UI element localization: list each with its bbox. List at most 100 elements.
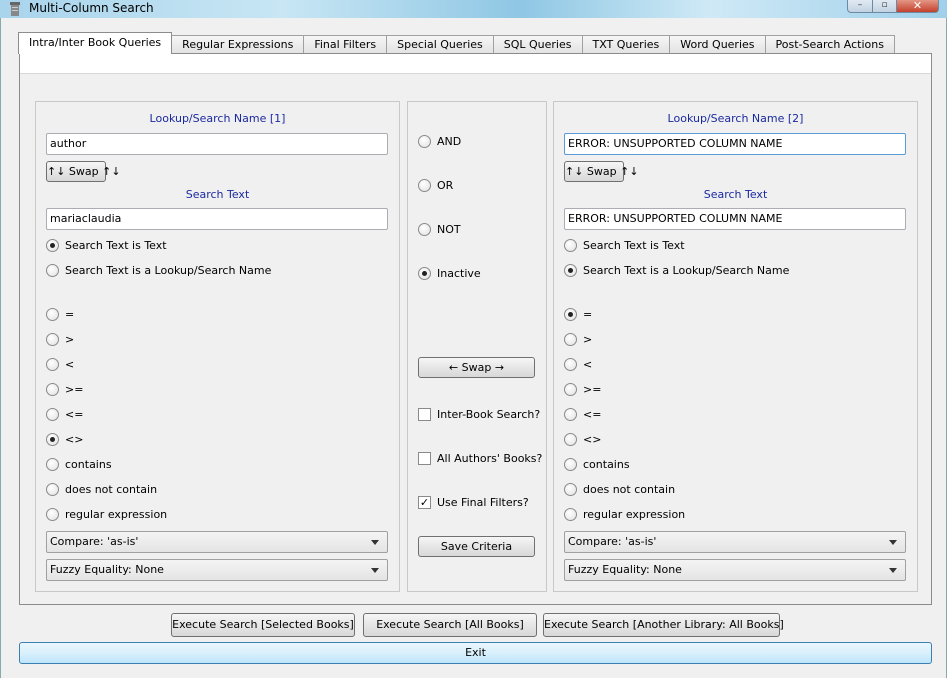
radio-icon[interactable] xyxy=(564,238,577,252)
execute-selected-books-button[interactable]: Execute Search [Selected Books] xyxy=(171,613,355,637)
right-op-equals-radio[interactable]: = xyxy=(564,306,592,322)
right-mode-text-radio-label: Search Text is Text xyxy=(583,238,685,252)
radio-icon[interactable] xyxy=(46,507,59,521)
swap-left-button[interactable]: ↑↓ Swap ↑↓ xyxy=(46,161,121,182)
left-op-equals-radio-label: = xyxy=(65,307,75,321)
right-op-regular-expression-radio[interactable]: regular expression xyxy=(564,506,685,522)
radio-icon[interactable] xyxy=(46,482,59,496)
lookup-name-1-input[interactable]: author xyxy=(46,133,388,155)
radio-icon[interactable] xyxy=(564,382,577,396)
logic-or-radio[interactable]: OR xyxy=(418,177,453,193)
radio-icon[interactable] xyxy=(46,357,59,371)
tab-sql-queries[interactable]: SQL Queries xyxy=(492,35,583,54)
left-op-not-equal-radio[interactable]: <> xyxy=(46,431,83,447)
left-op-less-than-radio-label: < xyxy=(65,357,75,371)
radio-icon[interactable] xyxy=(564,357,577,371)
radio-icon[interactable] xyxy=(46,407,59,421)
lookup-name-1-heading: Lookup/Search Name [1] xyxy=(149,112,286,125)
execute-another-library-button[interactable]: Execute Search [Another Library: All Boo… xyxy=(543,613,784,637)
right-op-does-not-contain-radio[interactable]: does not contain xyxy=(564,481,675,497)
right-op-less-than-radio[interactable]: < xyxy=(564,356,592,372)
radio-icon[interactable] xyxy=(46,307,59,321)
tab-intra-inter-book-queries[interactable]: Intra/Inter Book Queries xyxy=(18,32,173,54)
radio-icon[interactable] xyxy=(564,407,577,421)
left-op-not-equal-radio-label: <> xyxy=(65,432,84,446)
right-op-greater-than-radio[interactable]: > xyxy=(564,331,592,347)
search-text-2-input[interactable]: ERROR: UNSUPPORTED COLUMN NAME xyxy=(564,208,906,230)
close-button[interactable]: ✕ xyxy=(897,0,939,13)
left-op-regular-expression-radio-label: regular expression xyxy=(65,507,168,521)
right-op-less-equal-radio[interactable]: <= xyxy=(564,406,601,422)
left-op-less-than-radio[interactable]: < xyxy=(46,356,74,372)
save-criteria-button[interactable]: Save Criteria xyxy=(418,536,535,557)
radio-icon[interactable] xyxy=(564,432,577,446)
radio-icon[interactable] xyxy=(46,238,59,252)
lookup-name-2-input[interactable]: ERROR: UNSUPPORTED COLUMN NAME xyxy=(564,133,906,155)
logic-not-radio[interactable]: NOT xyxy=(418,221,461,237)
radio-icon[interactable] xyxy=(418,266,431,280)
tab-post-search-actions[interactable]: Post-Search Actions xyxy=(764,35,895,54)
logic-inactive-radio[interactable]: Inactive xyxy=(418,265,481,281)
radio-icon[interactable] xyxy=(46,457,59,471)
left-op-greater-than-radio[interactable]: > xyxy=(46,331,74,347)
right-op-regular-expression-radio-label: regular expression xyxy=(583,507,686,521)
minimize-button[interactable]: – xyxy=(847,0,873,13)
radio-icon[interactable] xyxy=(564,482,577,496)
chevron-down-icon xyxy=(371,568,379,573)
use-final-filters-checkbox[interactable]: ✓ Use Final Filters? xyxy=(418,494,529,510)
radio-icon[interactable] xyxy=(46,263,59,277)
search-text-1-input[interactable]: mariaclaudia xyxy=(46,208,388,230)
tab-txt-queries[interactable]: TXT Queries xyxy=(581,35,671,54)
execute-all-books-button[interactable]: Execute Search [All Books] xyxy=(363,613,537,637)
tab-word-queries[interactable]: Word Queries xyxy=(669,35,766,54)
fuzzy-2-value: Fuzzy Equality: None xyxy=(568,563,682,576)
left-op-contains-radio[interactable]: contains xyxy=(46,456,112,472)
lookup-name-2-heading: Lookup/Search Name [2] xyxy=(667,112,804,125)
inter-book-search-checkbox[interactable]: Inter-Book Search? xyxy=(418,406,540,422)
left-op-equals-radio[interactable]: = xyxy=(46,306,74,322)
title-bar: Multi-Column Search – ▫ ✕ xyxy=(0,0,947,18)
radio-icon[interactable] xyxy=(564,507,577,521)
logic-and-radio[interactable]: AND xyxy=(418,133,461,149)
exit-button[interactable]: Exit xyxy=(19,642,932,664)
radio-icon[interactable] xyxy=(46,382,59,396)
radio-icon[interactable] xyxy=(46,432,59,446)
radio-icon[interactable] xyxy=(564,263,577,277)
radio-icon[interactable] xyxy=(418,178,431,192)
checkmark-icon[interactable]: ✓ xyxy=(418,495,431,509)
swap-sides-button[interactable]: ← Swap → xyxy=(418,357,535,378)
checkbox-icon[interactable] xyxy=(418,451,431,465)
compare-2-select[interactable]: Compare: 'as-is' xyxy=(564,531,906,553)
tab-special-queries[interactable]: Special Queries xyxy=(386,35,494,54)
left-op-does-not-contain-radio-label: does not contain xyxy=(65,482,158,496)
swap-right-button[interactable]: ↑↓ Swap ↑↓ xyxy=(564,161,639,182)
radio-icon[interactable] xyxy=(564,307,577,321)
checkbox-icon[interactable] xyxy=(418,407,431,421)
radio-icon[interactable] xyxy=(564,332,577,346)
app-icon xyxy=(10,2,20,16)
left-mode-lookup-radio[interactable]: Search Text is a Lookup/Search Name xyxy=(46,262,271,278)
tab-final-filters[interactable]: Final Filters xyxy=(303,35,388,54)
right-op-contains-radio[interactable]: contains xyxy=(564,456,630,472)
right-op-greater-equal-radio[interactable]: >= xyxy=(564,381,601,397)
compare-1-select[interactable]: Compare: 'as-is' xyxy=(46,531,388,553)
fuzzy-2-select[interactable]: Fuzzy Equality: None xyxy=(564,559,906,581)
radio-icon[interactable] xyxy=(418,134,431,148)
left-op-regular-expression-radio[interactable]: regular expression xyxy=(46,506,167,522)
tab-regular-expressions[interactable]: Regular Expressions xyxy=(171,35,305,54)
left-mode-text-radio[interactable]: Search Text is Text xyxy=(46,237,167,253)
maximize-button[interactable]: ▫ xyxy=(873,0,897,13)
radio-icon[interactable] xyxy=(46,332,59,346)
radio-icon[interactable] xyxy=(564,457,577,471)
left-op-greater-equal-radio[interactable]: >= xyxy=(46,381,83,397)
all-authors-books-checkbox[interactable]: All Authors' Books? xyxy=(418,450,542,466)
left-op-less-equal-radio[interactable]: <= xyxy=(46,406,83,422)
use-final-filters-checkbox-label: Use Final Filters? xyxy=(437,495,529,509)
radio-icon[interactable] xyxy=(418,222,431,236)
right-op-not-equal-radio[interactable]: <> xyxy=(564,431,601,447)
fuzzy-1-select[interactable]: Fuzzy Equality: None xyxy=(46,559,388,581)
right-op-not-equal-radio-label: <> xyxy=(583,432,602,446)
right-mode-lookup-radio[interactable]: Search Text is a Lookup/Search Name xyxy=(564,262,789,278)
left-op-does-not-contain-radio[interactable]: does not contain xyxy=(46,481,157,497)
right-mode-text-radio[interactable]: Search Text is Text xyxy=(564,237,685,253)
